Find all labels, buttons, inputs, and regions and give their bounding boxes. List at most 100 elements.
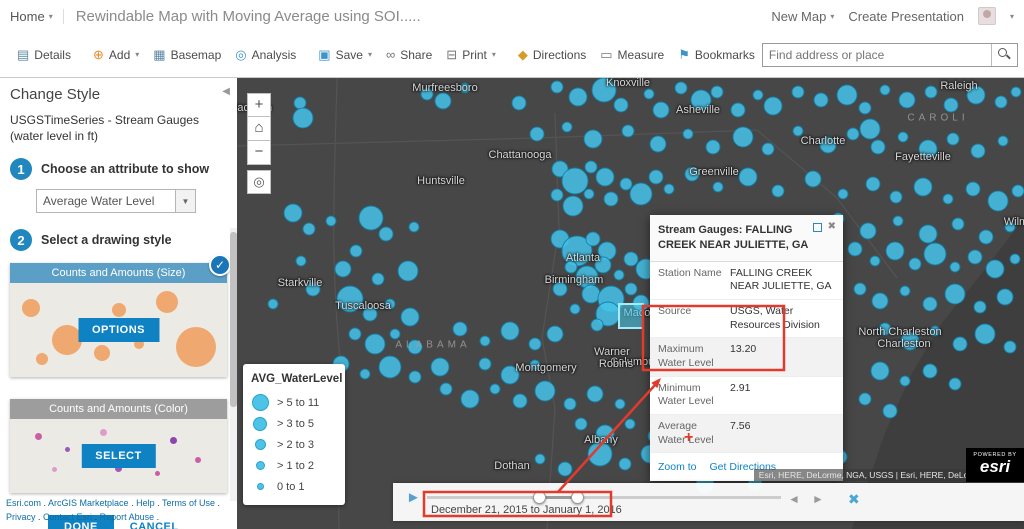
gauge-circle[interactable] <box>407 339 423 355</box>
gauge-circle[interactable] <box>1011 184 1024 198</box>
gauge-circle[interactable] <box>302 222 316 236</box>
gauge-circle[interactable] <box>618 457 632 471</box>
gauge-circle[interactable] <box>836 84 858 106</box>
gauge-circle[interactable] <box>603 191 619 207</box>
gauge-circle[interactable] <box>550 80 564 94</box>
gauge-circle[interactable] <box>889 190 903 204</box>
gauge-circle[interactable] <box>305 281 321 297</box>
gauge-circle[interactable] <box>561 121 573 133</box>
gauge-circle[interactable] <box>924 85 938 99</box>
gauge-circle[interactable] <box>384 298 396 310</box>
gauge-circle[interactable] <box>528 337 542 351</box>
gauge-circle[interactable] <box>944 283 966 305</box>
gauge-circle[interactable] <box>922 363 938 379</box>
gauge-circle[interactable] <box>1003 340 1017 354</box>
gauge-circle[interactable] <box>900 331 920 351</box>
map-canvas[interactable]: MurfreesboroKnoxvilleJacksonAshevilleCha… <box>237 78 1024 529</box>
gauge-circle[interactable] <box>649 135 667 153</box>
gauge-circle[interactable] <box>587 441 613 467</box>
gauge-circle[interactable] <box>397 260 419 282</box>
gauge-circle[interactable] <box>858 392 872 406</box>
basemap-button[interactable]: ▦ Basemap <box>146 43 228 67</box>
attribute-dropdown-caret[interactable]: ▼ <box>176 189 196 214</box>
gauge-circle[interactable] <box>730 102 746 118</box>
gauge-circle[interactable] <box>892 215 904 227</box>
gauge-circle[interactable] <box>819 136 837 154</box>
gauge-circle[interactable] <box>674 81 688 95</box>
gauge-circle[interactable] <box>652 101 670 119</box>
gauge-circle[interactable] <box>349 244 363 258</box>
gauge-circle[interactable] <box>569 303 581 315</box>
gauge-circle[interactable] <box>1010 86 1022 98</box>
user-avatar[interactable] <box>977 7 996 25</box>
gauge-circle[interactable] <box>738 167 758 187</box>
gauge-circle[interactable] <box>336 285 364 313</box>
gauge-circle[interactable] <box>574 417 588 431</box>
gauge-circle[interactable] <box>595 424 615 444</box>
gauge-circle[interactable] <box>648 169 664 185</box>
gauge-circle[interactable] <box>348 327 362 341</box>
gauge-circle[interactable] <box>923 242 947 266</box>
gauge-circle[interactable] <box>813 92 829 108</box>
scrollbar-thumb[interactable] <box>230 232 237 407</box>
gauge-circle[interactable] <box>870 361 890 381</box>
footer-link[interactable]: ArcGIS Marketplace <box>48 498 129 508</box>
gauge-circle[interactable] <box>389 328 401 340</box>
gauge-circle[interactable] <box>529 126 545 142</box>
gauge-circle[interactable] <box>408 221 420 233</box>
gauge-circle[interactable] <box>362 306 378 322</box>
gauge-circle[interactable] <box>1004 221 1016 233</box>
gauge-circle[interactable] <box>534 380 556 402</box>
gauge-circle[interactable] <box>624 418 636 430</box>
gauge-circle[interactable] <box>761 142 775 156</box>
gauge-circle[interactable] <box>594 256 612 274</box>
gauge-circle[interactable] <box>583 188 595 200</box>
gauge-circle[interactable] <box>529 359 541 371</box>
gauge-circle[interactable] <box>283 203 303 223</box>
gauge-circle[interactable] <box>949 261 961 273</box>
selected-gauge-marker[interactable] <box>618 303 644 329</box>
gauge-circle[interactable] <box>899 285 911 297</box>
gauge-circle[interactable] <box>952 336 968 352</box>
gauge-circle[interactable] <box>550 188 564 202</box>
gauge-circle[interactable] <box>575 265 599 289</box>
gauge-circle[interactable] <box>967 249 983 265</box>
add-button[interactable]: ⊕ Add ▾ <box>86 43 146 67</box>
gauge-circle[interactable] <box>878 322 892 336</box>
gauge-circle[interactable] <box>557 461 573 477</box>
details-button[interactable]: ▤ Details <box>10 43 78 67</box>
gauge-circle[interactable] <box>918 139 938 159</box>
search-button[interactable] <box>990 43 1017 66</box>
collapse-panel-icon[interactable]: ◀ <box>222 86 230 97</box>
gauge-circle[interactable] <box>619 177 633 191</box>
gauge-circle[interactable] <box>629 182 653 206</box>
gauge-circle[interactable] <box>613 269 625 281</box>
gauge-circle[interactable] <box>546 325 564 343</box>
gauge-circle[interactable] <box>929 325 941 337</box>
gauge-circle[interactable] <box>853 282 867 296</box>
gauge-circle[interactable] <box>966 85 986 105</box>
gauge-circle[interactable] <box>897 131 909 143</box>
gauge-circle[interactable] <box>460 389 480 409</box>
gauge-circle[interactable] <box>684 166 700 182</box>
gauge-circle[interactable] <box>663 183 675 195</box>
gauge-circle[interactable] <box>970 143 986 159</box>
previous-interval-button[interactable]: ◄ <box>788 493 800 505</box>
gauge-circle[interactable] <box>804 170 822 188</box>
gauge-circle[interactable] <box>859 222 877 240</box>
gauge-circle[interactable] <box>859 118 881 140</box>
gauge-circle[interactable] <box>918 224 938 244</box>
gauge-circle[interactable] <box>562 195 584 217</box>
sidebar-scrollbar[interactable] <box>230 228 237 501</box>
bookmarks-button[interactable]: ⚑ Bookmarks <box>671 43 762 67</box>
gauge-circle[interactable] <box>791 85 805 99</box>
footer-link[interactable]: Privacy <box>6 512 36 522</box>
gauge-circle[interactable] <box>459 82 471 94</box>
gauge-circle[interactable] <box>974 323 996 345</box>
gauge-circle[interactable] <box>913 177 933 197</box>
gauge-circle[interactable] <box>942 193 954 205</box>
gauge-circle[interactable] <box>378 355 402 379</box>
gauge-circle[interactable] <box>568 87 588 107</box>
gauge-circle[interactable] <box>500 321 520 341</box>
directions-button[interactable]: ◆ Directions <box>511 43 593 67</box>
